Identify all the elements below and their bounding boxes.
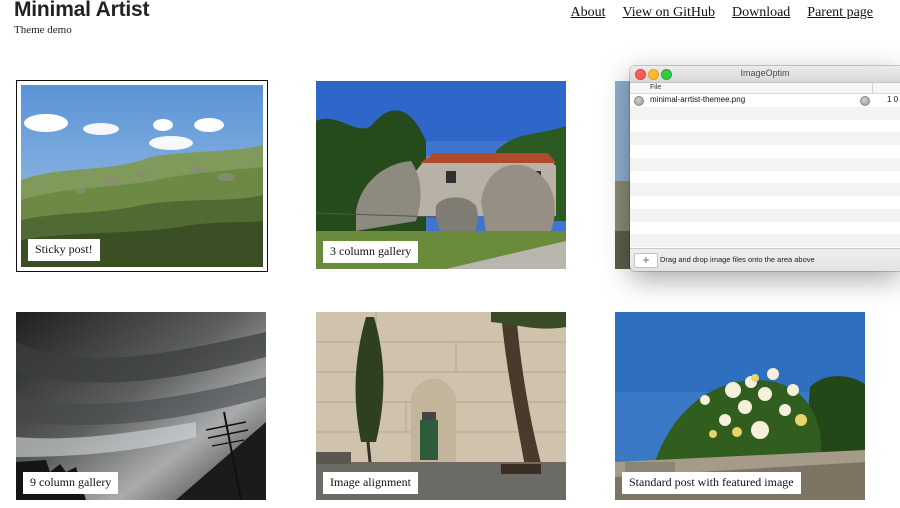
window-title: ImageOptim	[740, 68, 790, 78]
post-card-image-alignment[interactable]: Image alignment	[316, 312, 566, 500]
add-files-button[interactable]: +	[634, 253, 658, 268]
imageoptim-titlebar[interactable]: ImageOptim	[630, 66, 900, 83]
post-card-3-column-gallery[interactable]: 3 column gallery	[316, 81, 566, 269]
nav-link-about[interactable]: About	[570, 5, 605, 21]
progress-circle-icon	[860, 96, 870, 106]
file-column-label: File	[650, 84, 662, 91]
file-column-header[interactable]: File	[630, 83, 900, 94]
status-circle-icon	[634, 96, 644, 106]
file-list[interactable]: minimal-arrtist-themee.png 1 0	[630, 94, 900, 247]
site-title[interactable]: Minimal Artist	[14, 0, 149, 22]
site-tagline: Theme demo	[14, 24, 72, 36]
nav-link-download[interactable]: Download	[732, 5, 790, 21]
imageoptim-bottom-bar: + Drag and drop image files onto the are…	[630, 248, 900, 271]
post-label[interactable]: Standard post with featured image	[622, 472, 801, 494]
nav-link-github[interactable]: View on GitHub	[622, 5, 714, 21]
main-nav: About View on GitHub Download Parent pag…	[570, 5, 873, 21]
post-card-featured-image[interactable]: Standard post with featured image	[615, 312, 865, 500]
post-label[interactable]: Sticky post!	[28, 239, 100, 261]
file-size: 1 0	[887, 95, 899, 104]
drag-drop-hint: Drag and drop image files onto the area …	[660, 255, 815, 264]
post-label[interactable]: 9 column gallery	[23, 472, 119, 494]
column-divider[interactable]	[872, 83, 873, 93]
post-card-9-column-gallery[interactable]: 9 column gallery	[16, 312, 266, 500]
nav-link-parent-page[interactable]: Parent page	[807, 5, 873, 21]
post-card-sticky[interactable]: Sticky post!	[16, 80, 268, 272]
post-label[interactable]: Image alignment	[323, 472, 418, 494]
file-row[interactable]: minimal-arrtist-themee.png 1 0	[630, 94, 900, 107]
imageoptim-window: ImageOptim File minimal-arrtist-themee.p…	[630, 66, 900, 271]
post-label[interactable]: 3 column gallery	[323, 241, 419, 263]
file-name: minimal-arrtist-themee.png	[650, 95, 746, 104]
